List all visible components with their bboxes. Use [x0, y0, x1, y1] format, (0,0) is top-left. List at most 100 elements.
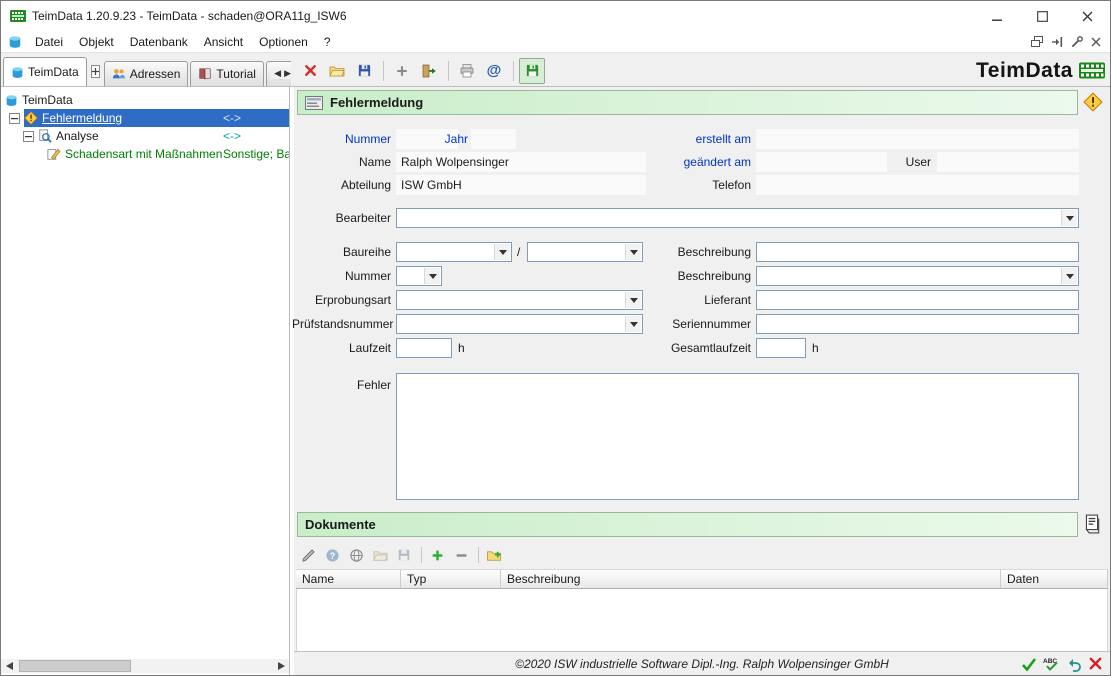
minimize-button[interactable]	[975, 1, 1020, 31]
add-record-button[interactable]	[389, 58, 415, 84]
menu-hilfe[interactable]: ?	[316, 32, 339, 52]
label-geaendert-am: geändert am	[654, 152, 751, 172]
docs-open-button[interactable]	[369, 544, 391, 566]
baureihe2-combobox[interactable]	[527, 242, 643, 262]
tab-scroll-right-icon[interactable]: ▶	[284, 68, 291, 79]
label-nummer: Nummer	[292, 129, 391, 149]
cancel-icon[interactable]	[1088, 656, 1103, 672]
fehler-textarea[interactable]	[396, 373, 1079, 500]
tab-adressen[interactable]: Adressen	[104, 61, 189, 86]
statusbar: ©2020 ISW industrielle Software Dipl.-In…	[294, 651, 1110, 675]
bearbeiter-combobox[interactable]	[396, 208, 1079, 228]
tree-item-teimdata[interactable]: TeimData	[1, 91, 289, 109]
collapse-icon[interactable]	[23, 131, 34, 142]
nummer-combobox[interactable]	[396, 266, 442, 286]
wrench-icon[interactable]	[1071, 36, 1083, 48]
pruefstandsnummer-combobox[interactable]	[396, 314, 643, 334]
docs-add-button[interactable]	[426, 544, 448, 566]
chevron-down-icon	[625, 316, 641, 332]
undo-icon[interactable]	[1066, 656, 1082, 672]
label-fehler: Fehler	[292, 375, 391, 395]
label-gesamtlaufzeit: Gesamtlaufzeit	[654, 338, 751, 358]
baureihe-combobox[interactable]	[396, 242, 512, 262]
tree-label: Fehlermeldung	[42, 111, 122, 125]
docs-save-button[interactable]	[393, 544, 415, 566]
tab-add-icon[interactable]	[91, 65, 100, 78]
tab-teimdata[interactable]: TeimData	[3, 57, 87, 86]
gesamtlaufzeit-input[interactable]	[756, 338, 806, 358]
save-button[interactable]	[351, 58, 377, 84]
scroll-left-icon[interactable]	[1, 659, 17, 673]
scrollbar-thumb[interactable]	[19, 660, 131, 672]
print-button[interactable]	[454, 58, 480, 84]
database-icon	[5, 94, 18, 107]
label-seriennummer: Seriennummer	[654, 314, 751, 334]
pencil-icon	[301, 548, 316, 563]
at-icon: @	[487, 62, 502, 79]
lieferant-input[interactable]	[756, 290, 1079, 310]
column-header-beschreibung[interactable]: Beschreibung	[501, 569, 1001, 589]
toolbar-separator	[448, 61, 449, 81]
brand-logo-text: TeimData	[976, 59, 1073, 83]
folder-open-icon	[329, 63, 345, 79]
tree-label: Analyse	[56, 129, 99, 143]
label-lieferant: Lieferant	[654, 290, 751, 310]
beschreibung1-input[interactable]	[756, 242, 1079, 262]
column-header-name[interactable]: Name	[296, 569, 401, 589]
menu-datei[interactable]: Datei	[27, 32, 71, 52]
film-icon	[1079, 60, 1105, 81]
docs-preview-button[interactable]	[345, 544, 367, 566]
pin-icon[interactable]	[1051, 36, 1063, 48]
documents-icon[interactable]	[1083, 514, 1101, 534]
close-pane-icon[interactable]	[1091, 37, 1101, 47]
email-button[interactable]: @	[481, 58, 507, 84]
floppy-icon	[397, 548, 411, 562]
tree-item-analyse[interactable]: Analyse <->	[1, 127, 289, 145]
menu-objekt[interactable]: Objekt	[71, 32, 122, 52]
plus-icon	[395, 64, 409, 78]
docs-edit-button[interactable]	[297, 544, 319, 566]
spellcheck-icon[interactable]: ABC	[1043, 656, 1060, 672]
docs-help-button[interactable]: ?	[321, 544, 343, 566]
beschreibung2-combobox[interactable]	[756, 266, 1079, 286]
tab-scroll-left-icon[interactable]: ◀	[274, 68, 281, 79]
tab-label: Tutorial	[216, 67, 256, 81]
toolbar-row: TeimData Adressen Tutorial Re ◀ ▶	[1, 53, 1110, 87]
close-button[interactable]	[1065, 1, 1110, 31]
maximize-button[interactable]	[1020, 1, 1065, 31]
check-icon[interactable]	[1021, 656, 1037, 672]
warning-icon[interactable]	[1083, 92, 1103, 112]
app-icon	[10, 8, 26, 24]
menu-optionen[interactable]: Optionen	[251, 32, 316, 52]
exit-door-icon	[421, 63, 437, 79]
menu-ansicht[interactable]: Ansicht	[196, 32, 251, 52]
column-header-daten[interactable]: Daten	[1001, 569, 1108, 589]
erprobungsart-combobox[interactable]	[396, 290, 643, 310]
section-title: Dokumente	[305, 517, 376, 532]
telefon-display	[756, 175, 1079, 195]
tree-hscrollbar[interactable]	[1, 659, 289, 673]
laufzeit-input[interactable]	[396, 338, 452, 358]
svg-text:?: ?	[329, 550, 334, 560]
label-name: Name	[292, 152, 391, 172]
tree-item-schadensart[interactable]: Schadensart mit Maßnahmen Sonstige; Bau	[1, 145, 289, 163]
menu-datenbank[interactable]: Datenbank	[122, 32, 196, 52]
float-window-icon[interactable]	[1031, 36, 1043, 48]
column-header-typ[interactable]: Typ	[401, 569, 501, 589]
help-icon: ?	[325, 548, 340, 563]
tab-tutorial[interactable]: Tutorial	[190, 61, 264, 86]
autosave-toggle-button[interactable]	[519, 58, 545, 84]
docs-remove-button[interactable]	[450, 544, 472, 566]
label-pruefstandsnummer: Prüfstandsnummer	[292, 314, 391, 334]
seriennummer-input[interactable]	[756, 314, 1079, 334]
exit-button[interactable]	[416, 58, 442, 84]
delete-record-button[interactable]	[297, 58, 323, 84]
tree-item-fehlermeldung[interactable]: Fehlermeldung <->	[1, 109, 289, 127]
docs-newfolder-button[interactable]	[483, 544, 505, 566]
collapse-icon[interactable]	[9, 113, 20, 124]
toolbar-separator	[421, 547, 422, 563]
scroll-right-icon[interactable]	[273, 659, 289, 673]
app-window: TeimData 1.20.9.23 - TeimData - schaden@…	[0, 0, 1111, 676]
documents-table-body[interactable]	[296, 589, 1108, 651]
open-button[interactable]	[324, 58, 350, 84]
